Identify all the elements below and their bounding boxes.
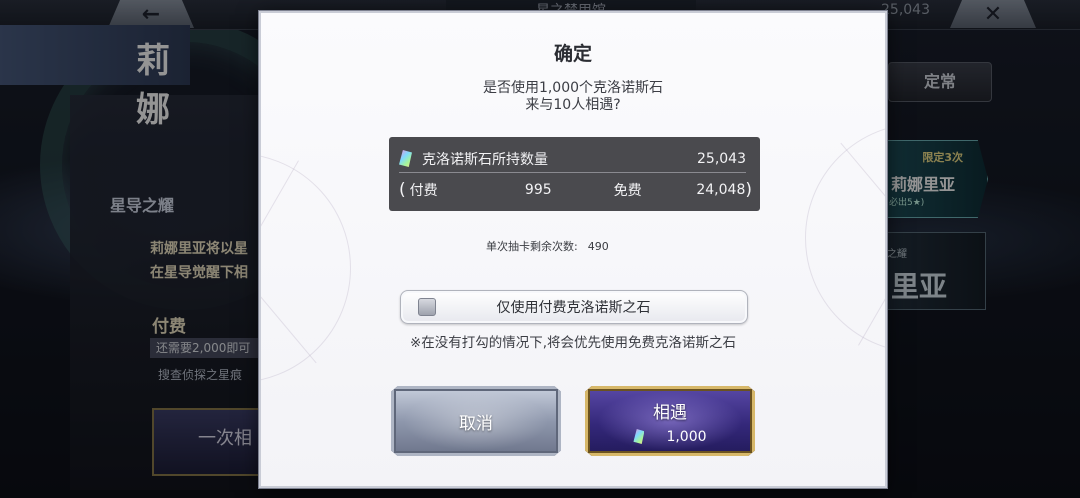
chronos-stone-icon [399,150,412,167]
remaining-pulls-value: 490 [587,240,609,253]
question-line1: 是否使用1,000个克洛诺斯石 [482,80,664,96]
meet-cost-value: 1,000 [666,428,707,445]
paid-only-label: 仅使用付费克洛诺斯之石 [496,300,651,316]
paren-open: ( [399,180,406,200]
priority-note: ※在没有打勾的情况下,将会优先使用免费克洛诺斯之石 [409,335,737,351]
remaining-pulls-label: 单次抽卡剩余次数: [486,240,578,253]
dialog-title: 确定 [553,43,592,65]
stone-breakdown-row: ( 付费 995 免费 24,048 ) [399,177,752,203]
stone-total-row: 克洛诺斯石所持数量 25,043 [399,145,746,173]
meet-button-label: 相遇 [653,402,687,423]
question-line2: 来与10人相遇? [525,97,621,113]
paren-close: ) [745,180,752,200]
paid-only-checkbox[interactable] [418,298,436,316]
remaining-pulls: 单次抽卡剩余次数: 490 [486,238,609,254]
cancel-button-label: 取消 [459,413,493,434]
paid-only-toggle[interactable]: 仅使用付费克洛诺斯之石 [400,290,748,324]
stone-total-label: 克洛诺斯石所持数量 [422,151,548,168]
confirm-dialog: 确定 是否使用1,000个克洛诺斯石 来与10人相遇? 克洛诺斯石所持数量 25… [259,11,887,488]
stone-balance-panel: 克洛诺斯石所持数量 25,043 ( 付费 995 免费 24,048 ) [389,137,760,211]
meet-button[interactable]: 相遇 1,000 [585,386,755,456]
free-stone-value: 24,048 [696,182,746,198]
chronos-stone-icon [633,429,645,444]
confirm-question: 是否使用1,000个克洛诺斯石 来与10人相遇? [261,80,885,114]
paid-stone-label: 付费 [409,183,438,199]
cancel-button[interactable]: 取消 [391,386,561,456]
meet-cost: 1,000 [633,428,707,445]
compass-decoration-right [805,123,885,353]
paid-stone-value: 995 [524,182,552,198]
free-stone-label: 免费 [613,183,642,199]
stone-total-value: 25,043 [697,150,746,167]
